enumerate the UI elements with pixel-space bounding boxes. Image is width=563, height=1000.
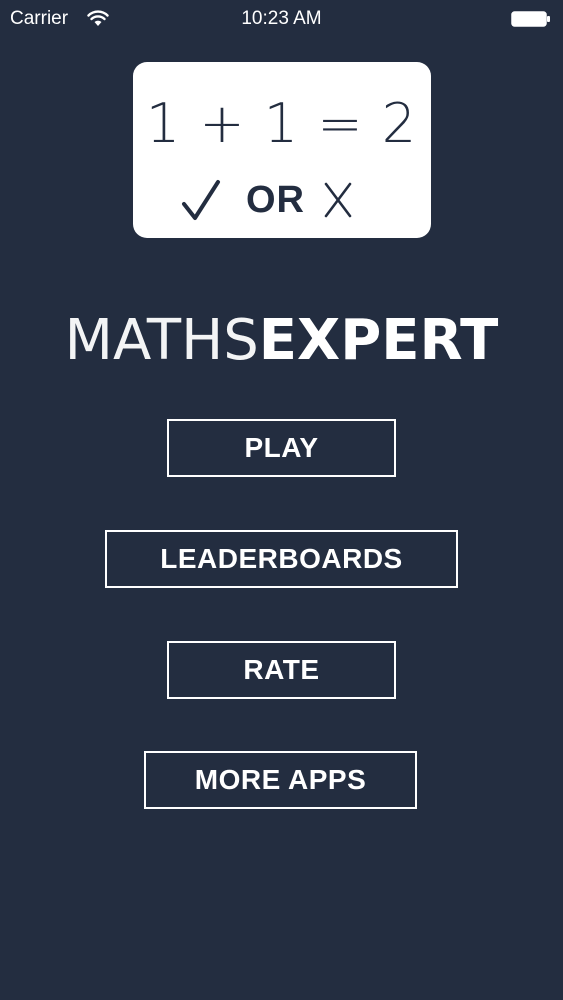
- status-bar: Carrier 10:23 AM: [0, 0, 563, 40]
- app-title: MATHSEXPERT: [0, 308, 563, 373]
- leaderboards-button[interactable]: LEADERBOARDS: [105, 530, 458, 588]
- app-title-part2: EXPERT: [258, 308, 499, 373]
- x-icon: [324, 182, 352, 218]
- app-title-part1: MATHS: [64, 308, 259, 373]
- rate-button[interactable]: RATE: [167, 641, 396, 699]
- or-label: OR: [246, 178, 305, 221]
- more-apps-button[interactable]: MORE APPS: [144, 751, 417, 809]
- checkmark-icon: [182, 180, 220, 220]
- battery-icon: [511, 11, 550, 27]
- choice-row: OR: [180, 172, 353, 228]
- clock-time: 10:23 AM: [241, 8, 322, 29]
- play-button[interactable]: PLAY: [167, 419, 396, 477]
- equation-text: 1 + 1 = 2: [145, 92, 418, 155]
